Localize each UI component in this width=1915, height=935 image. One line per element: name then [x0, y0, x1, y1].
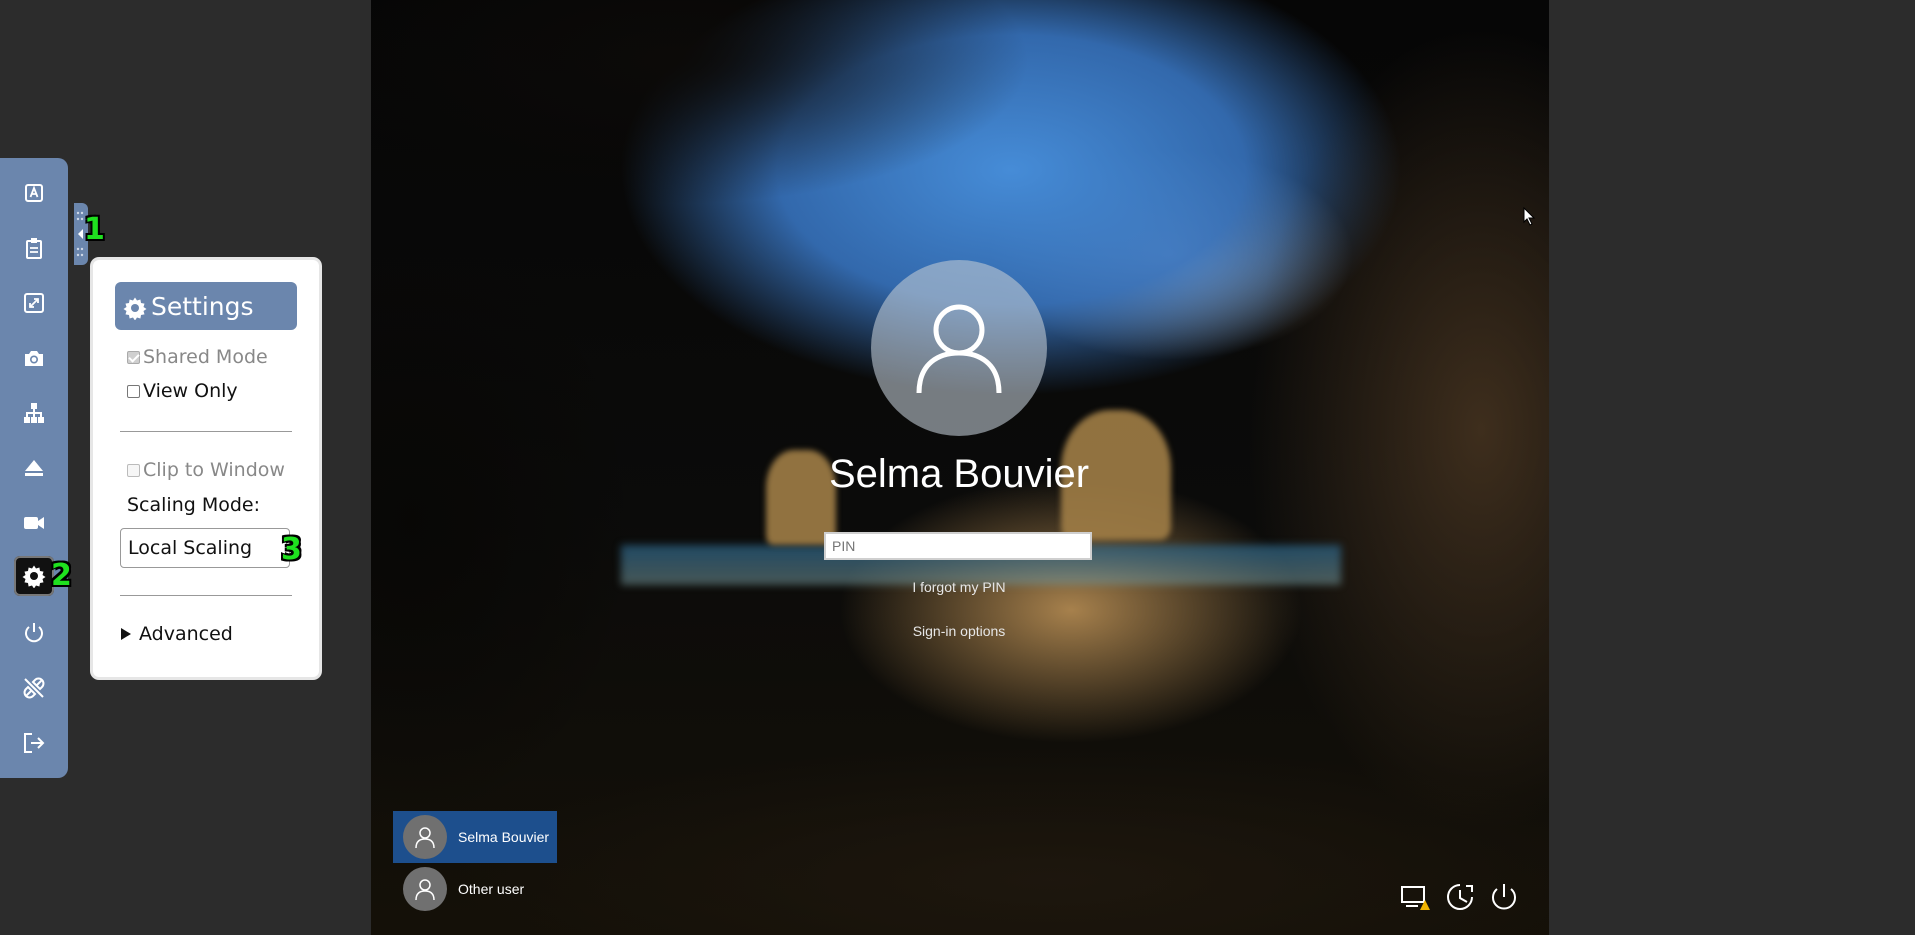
- remote-toolbar: [0, 158, 68, 778]
- network-icon: [24, 403, 44, 423]
- divider: [120, 431, 292, 432]
- scaling-mode-value: Local Scaling: [128, 537, 253, 559]
- power-icon[interactable]: [1487, 880, 1521, 914]
- logout-icon: [24, 733, 45, 753]
- annotation-marker-1: 1: [84, 212, 105, 247]
- power-icon: [25, 623, 43, 643]
- view-only-label: View Only: [143, 380, 238, 402]
- settings-button[interactable]: [14, 556, 54, 596]
- mouse-cursor-icon: [1523, 207, 1536, 226]
- scaling-mode-select[interactable]: Local Scaling: [120, 528, 290, 568]
- shared-mode-checkbox[interactable]: [127, 350, 140, 364]
- annotation-marker-2: 2: [51, 558, 72, 593]
- user-tile-selma[interactable]: Selma Bouvier: [393, 811, 557, 863]
- eject-button[interactable]: [14, 448, 54, 488]
- clip-to-window-option[interactable]: Clip to Window: [127, 459, 285, 481]
- ease-of-access-icon[interactable]: [1443, 880, 1477, 914]
- keyboard-icon: [25, 184, 43, 202]
- screenshot-button[interactable]: [14, 338, 54, 378]
- view-only-option[interactable]: View Only: [127, 380, 238, 402]
- user-icon: [415, 827, 435, 849]
- caret-right-icon: [121, 628, 131, 640]
- user-icon: [916, 304, 1002, 394]
- keyboard-button[interactable]: [14, 173, 54, 213]
- fullscreen-button[interactable]: [14, 283, 54, 323]
- shared-mode-option[interactable]: Shared Mode: [127, 346, 268, 368]
- camera-icon: [25, 351, 43, 366]
- login-username: Selma Bouvier: [828, 452, 1090, 496]
- gear-icon: [123, 297, 147, 320]
- fullscreen-icon: [24, 293, 44, 313]
- user-avatar-large: [871, 260, 1047, 436]
- user-tile-label: Selma Bouvier: [458, 829, 550, 845]
- user-avatar: [403, 867, 447, 911]
- user-icon: [415, 879, 435, 901]
- disconnect-button[interactable]: [14, 668, 54, 708]
- advanced-toggle[interactable]: Advanced: [121, 623, 233, 645]
- power-button[interactable]: [14, 613, 54, 653]
- user-tile-other[interactable]: Other user: [393, 863, 557, 915]
- remote-screen[interactable]: Selma Bouvier I forgot my PIN Sign-in op…: [371, 0, 1549, 935]
- video-camera-icon: [24, 517, 44, 529]
- network-button[interactable]: [14, 393, 54, 433]
- clip-to-window-checkbox[interactable]: [127, 463, 140, 477]
- settings-title: Settings: [151, 291, 254, 321]
- divider: [120, 595, 292, 596]
- video-button[interactable]: [14, 503, 54, 543]
- settings-panel: Settings Shared Mode View Only Clip to W…: [93, 260, 319, 677]
- clipboard-button[interactable]: [14, 228, 54, 268]
- user-avatar: [403, 815, 447, 859]
- logout-button[interactable]: [14, 723, 54, 763]
- user-tile-label: Other user: [458, 881, 525, 897]
- disconnect-icon: [23, 677, 45, 699]
- scaling-mode-label: Scaling Mode:: [127, 494, 261, 516]
- pin-input[interactable]: [824, 532, 1092, 560]
- clipboard-icon: [26, 238, 42, 259]
- annotation-marker-3: 3: [281, 532, 302, 567]
- shared-mode-label: Shared Mode: [143, 346, 268, 368]
- advanced-label: Advanced: [139, 623, 233, 645]
- clip-to-window-label: Clip to Window: [143, 459, 285, 481]
- signin-options-link[interactable]: Sign-in options: [809, 623, 1109, 639]
- network-warning-icon[interactable]: [1398, 880, 1432, 914]
- forgot-pin-link[interactable]: I forgot my PIN: [809, 579, 1109, 595]
- view-only-checkbox[interactable]: [127, 384, 140, 398]
- gear-icon: [22, 565, 46, 588]
- eject-icon: [25, 460, 43, 476]
- settings-header: Settings: [115, 282, 297, 330]
